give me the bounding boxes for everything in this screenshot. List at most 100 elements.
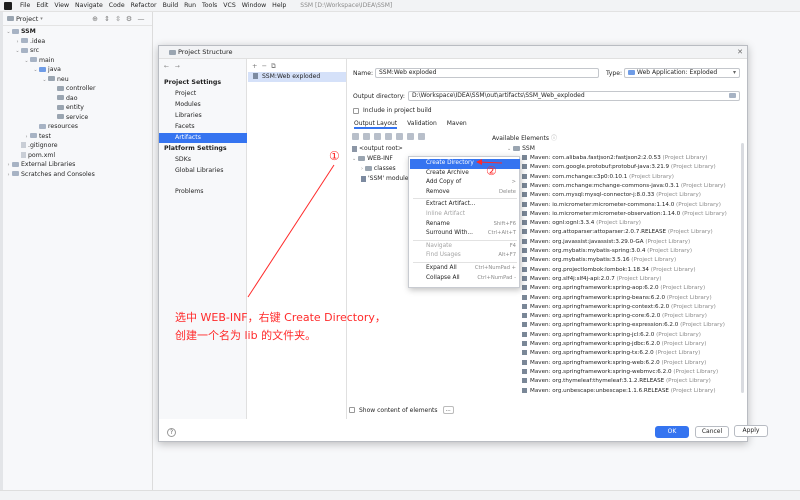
browse-folder-icon[interactable] [729,93,736,98]
tree-item-src[interactable]: ⌄ src [3,46,152,56]
nav-back-forward-icon[interactable]: ← → [164,63,180,70]
tree-item-test[interactable]: › test [3,132,152,142]
library-item[interactable]: Maven: com.alibaba.fastjson2:fastjson2:2… [522,154,707,163]
tree-item-ssm[interactable]: ⌄ SSM [3,27,152,37]
library-item[interactable]: Maven: com.mchange:mchange-commons-java:… [522,182,726,191]
menu-item-edit[interactable]: Edit [36,2,48,9]
menu-item-run[interactable]: Run [184,2,196,9]
menu-item-code[interactable]: Code [109,2,125,9]
menu-item-build[interactable]: Build [163,2,179,9]
tab-output-layout[interactable]: Output Layout [354,120,398,129]
nav-item-sdks[interactable]: SDKs [159,155,247,165]
context-menu-item-remove[interactable]: Remove Delete [410,188,520,198]
context-menu-item-expand-all[interactable]: Expand All Ctrl+NumPad + [410,264,520,274]
library-item[interactable]: Maven: org.springframework:spring-webmvc… [522,368,718,377]
library-item[interactable]: Maven: org.projectlombok:lombok:1.18.34 … [522,266,696,275]
include-in-build-row[interactable]: Include in project build [353,107,432,114]
select-opened-file-icon[interactable]: ⊕ [91,15,99,23]
show-content-row[interactable]: Show content of elements ... [349,406,454,414]
archive-icon[interactable] [363,133,370,140]
library-item[interactable]: Maven: org.springframework:spring-aop:6.… [522,284,705,293]
context-menu-item-rename[interactable]: Rename Shift+F6 [410,220,520,230]
add-remove-copy-icons[interactable]: + − ⧉ [252,62,276,71]
library-item[interactable]: Maven: org.springframework:spring-tx:6.2… [522,349,700,358]
menu-item-tools[interactable]: Tools [202,2,217,9]
output-dir-field[interactable]: D:\Workspace\IDEA\SSM\out\artifacts\SSM_… [408,91,740,101]
library-item[interactable]: Maven: org.springframework:spring-beans:… [522,294,712,303]
library-item[interactable]: Maven: org.mybatis:mybatis-spring:3.0.4 … [522,247,692,256]
library-item[interactable]: Maven: org.javassist:javassist:3.29.0-GA… [522,238,690,247]
library-item[interactable]: Maven: org.thymeleaf:thymeleaf:3.1.2.REL… [522,377,711,386]
context-menu-item-extract-artifact[interactable]: Extract Artifact... [410,200,520,210]
context-menu-item-collapse-all[interactable]: Collapse All Ctrl+NumPad - [410,274,520,284]
tree-item-controller[interactable]: controller [3,84,152,94]
available-root-row[interactable]: ⌄ SSM [507,144,535,153]
menu-item-file[interactable]: File [20,2,30,9]
gear-icon[interactable]: ⚙ [125,15,133,23]
output-root-row[interactable]: <output root> [352,144,403,153]
classes-row[interactable]: › classes [361,164,396,173]
project-tool-title[interactable]: Project [16,15,38,23]
nav-item-problems[interactable]: Problems [159,187,247,197]
move-up-icon[interactable] [407,133,414,140]
tree-item-neu[interactable]: ⌄ neu [3,75,152,85]
webinf-row[interactable]: ⌄ WEB-INF [352,154,393,163]
chevron-down-icon[interactable]: ▾ [40,16,43,22]
tree-item-external-libraries[interactable]: › External Libraries [3,160,152,170]
library-item[interactable]: Maven: org.unbescape:unbescape:1.1.6.REL… [522,387,716,396]
library-item[interactable]: Maven: org.mybatis:mybatis:3.5.16 (Proje… [522,256,676,265]
chevron-right-icon[interactable]: › [5,171,12,181]
apply-button[interactable]: Apply [734,425,768,437]
tree-item-service[interactable]: service [3,113,152,123]
library-item[interactable]: Maven: com.google.protobuf:protobuf-java… [522,163,716,172]
close-icon[interactable]: ✕ [737,48,743,56]
tree-item-gitignore[interactable]: .gitignore [3,141,152,151]
library-item[interactable]: Maven: com.mysql:mysql-connector-j:8.0.3… [522,191,701,200]
library-item[interactable]: Maven: org.springframework:spring-core:6… [522,312,707,321]
tree-item-pom-xml[interactable]: pom.xml [3,151,152,161]
context-menu-item-add-copy-of[interactable]: Add Copy of > [410,178,520,188]
tree-item-entity[interactable]: entity [3,103,152,113]
show-content-options-button[interactable]: ... [442,406,454,414]
tree-item-main[interactable]: ⌄ main [3,56,152,66]
library-item[interactable]: Maven: io.micrometer:micrometer-commons:… [522,201,721,210]
cancel-button[interactable]: Cancel [695,426,729,438]
menu-item-window[interactable]: Window [242,2,266,9]
menu-item-navigate[interactable]: Navigate [75,2,103,9]
help-button[interactable]: ? [167,428,176,437]
tab-maven[interactable]: Maven [447,120,467,129]
type-select[interactable]: Web Application: Exploded ▾ [624,68,740,78]
library-item[interactable]: Maven: io.micrometer:micrometer-observat… [522,210,727,219]
chevron-down-icon[interactable]: ⌄ [507,146,511,152]
tree-item-idea[interactable]: › .idea [3,37,152,47]
nav-item-global-libraries[interactable]: Global Libraries [159,166,247,176]
hide-icon[interactable]: — [137,15,145,23]
menu-item-refactor[interactable]: Refactor [131,2,157,9]
new-folder-icon[interactable] [352,133,359,140]
nav-item-project[interactable]: Project [159,89,247,99]
library-item[interactable]: Maven: org.springframework:spring-jdbc:6… [522,340,707,349]
ssm-module-row[interactable]: 'SSM' module [361,174,409,183]
chevron-down-icon[interactable]: ⌄ [352,156,356,162]
nav-item-libraries[interactable]: Libraries [159,111,247,121]
library-item[interactable]: Maven: org.attoparser:attoparser:2.0.7.R… [522,228,713,237]
menu-item-view[interactable]: View [54,2,69,9]
nav-item-modules[interactable]: Modules [159,100,247,110]
chevron-right-icon[interactable]: › [361,166,363,172]
include-in-build-checkbox[interactable] [353,107,359,114]
nav-item-facets[interactable]: Facets [159,122,247,132]
tree-item-java[interactable]: ⌄ java [3,65,152,75]
library-item[interactable]: Maven: org.springframework:spring-web:6.… [522,359,706,368]
context-menu-item-create-archive[interactable]: Create Archive [410,169,520,179]
tree-item-scratches-and-consoles[interactable]: › Scratches and Consoles [3,170,152,180]
remove-icon[interactable] [385,133,392,140]
show-content-checkbox[interactable] [349,407,355,413]
artifact-item[interactable]: SSM:Web exploded [248,72,346,82]
move-down-icon[interactable] [418,133,425,140]
library-item[interactable]: Maven: org.slf4j:slf4j-api:2.0.7 (Projec… [522,275,661,284]
tree-item-dao[interactable]: dao [3,94,152,104]
context-menu-item-create-directory[interactable]: Create Directory [410,159,520,169]
tab-validation[interactable]: Validation [407,120,437,129]
nav-item-artifacts[interactable]: Artifacts [159,133,247,143]
library-item[interactable]: Maven: org.springframework:spring-expres… [522,321,725,330]
